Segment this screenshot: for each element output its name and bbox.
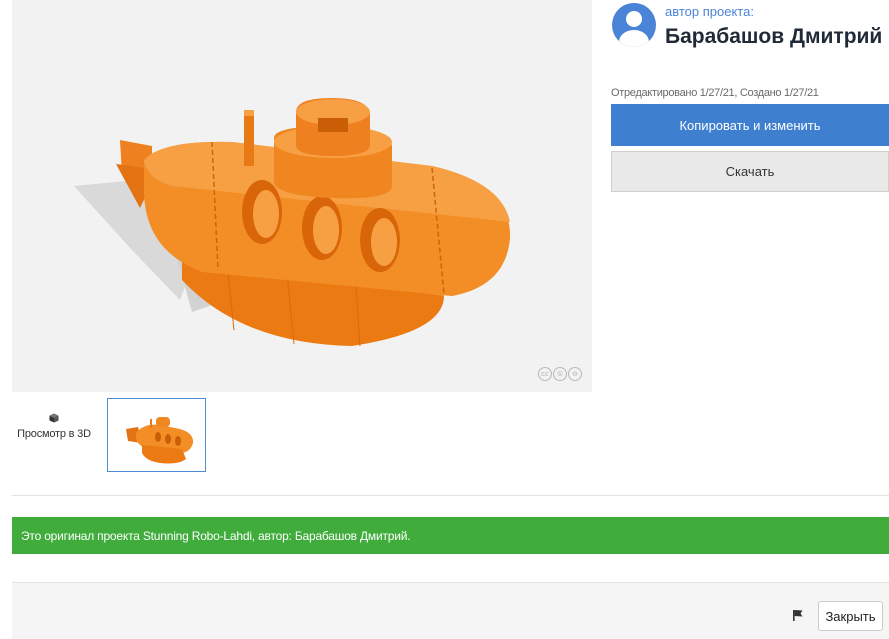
author-caption: автор проекта: [665, 4, 754, 19]
close-button[interactable]: Закрыть [818, 601, 883, 631]
author-block: автор проекта: Барабашов Дмитрий [612, 0, 889, 70]
user-avatar-icon[interactable] [612, 3, 656, 47]
view-in-3d-label: Просмотр в 3D [17, 428, 91, 440]
cc-icon: cc [538, 367, 552, 381]
edit-created-dates: Отредактировано 1/27/21, Создано 1/27/21 [611, 87, 819, 99]
by-icon: ① [553, 367, 567, 381]
download-button[interactable]: Скачать [611, 151, 889, 192]
nc-icon: ⊖ [568, 367, 582, 381]
section-divider [12, 495, 889, 496]
flag-icon[interactable] [790, 607, 806, 623]
license-badge[interactable]: cc ① ⊖ [538, 366, 584, 382]
original-project-notice: Это оригинал проекта Stunning Robo-Lahdi… [12, 517, 889, 554]
submarine-model-image [74, 98, 511, 347]
author-name[interactable]: Барабашов Дмитрий [665, 25, 882, 49]
view-in-3d-button[interactable]: Просмотр в 3D [8, 413, 100, 442]
gallery-thumbnail[interactable] [107, 398, 206, 472]
model-viewer[interactable]: cc ① ⊖ [12, 0, 592, 392]
thumbnail-submarine-image [126, 417, 194, 464]
footer-bar: Закрыть [12, 582, 889, 639]
copy-and-edit-button[interactable]: Копировать и изменить [611, 104, 889, 146]
cube-icon [49, 413, 59, 423]
